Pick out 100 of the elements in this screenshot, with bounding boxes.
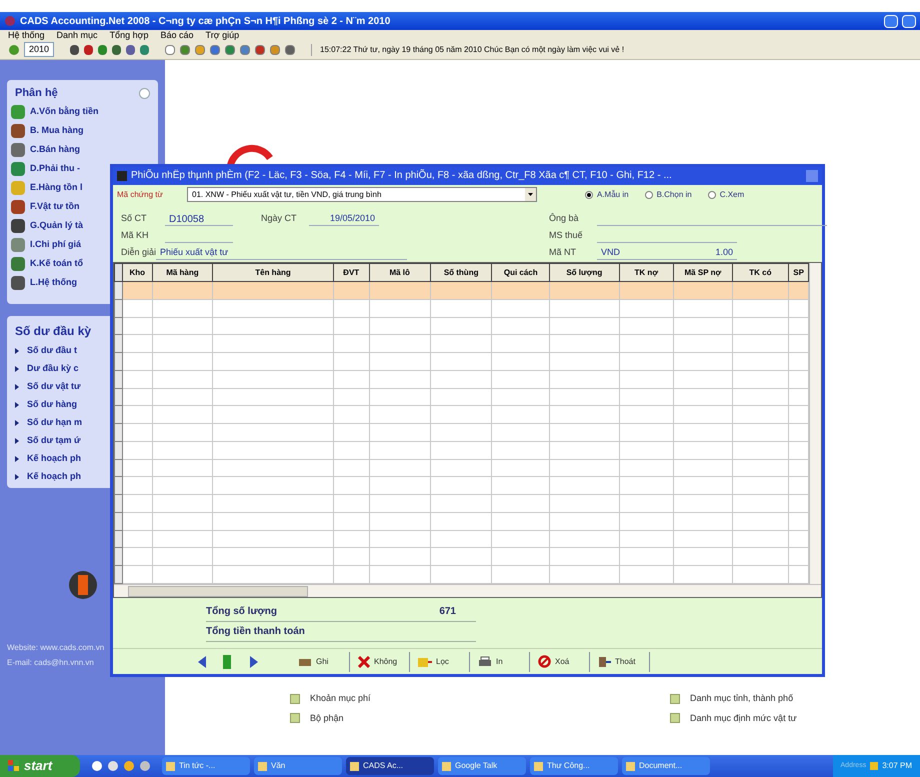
catalog-link[interactable]: Danh mục định mức vật tư — [690, 712, 797, 725]
module-link[interactable]: F.Vật tư tồn — [30, 200, 80, 214]
text-field[interactable]: VND — [597, 246, 637, 260]
radio-button[interactable] — [644, 190, 653, 199]
field-label: MS thuế — [549, 229, 584, 242]
taskbar-button[interactable]: CADS Ac... — [346, 757, 434, 775]
column-header[interactable]: TK nợ — [619, 264, 674, 282]
menu-item[interactable]: Trợ giúp — [206, 30, 240, 40]
balance-link[interactable]: Số dư hạn m — [27, 416, 82, 430]
menu-item[interactable]: Báo cáo — [160, 30, 194, 40]
module-link[interactable]: K.Kế toán tổ — [30, 256, 83, 270]
balance-link[interactable]: Số dư tạm ứ — [27, 434, 81, 448]
balance-link[interactable]: Dư đầu kỳ c — [27, 362, 79, 376]
module-link[interactable]: B. Mua hàng — [30, 124, 84, 138]
column-header[interactable]: Mã hàng — [152, 264, 213, 282]
bullet-icon — [15, 474, 19, 480]
balance-link[interactable]: Số dư đầu t — [27, 344, 78, 358]
column-header[interactable]: Mã SP nợ — [674, 264, 732, 282]
module-link[interactable]: A.Vốn bằng tiền — [30, 104, 98, 118]
clock: 3:07 PM — [882, 760, 912, 772]
balance-link[interactable]: Số dư hàng — [27, 398, 78, 412]
taskbar-button[interactable]: Tin tức -... — [162, 757, 250, 775]
action-button[interactable]: Không — [354, 652, 410, 672]
column-header[interactable]: Kho — [122, 264, 152, 282]
column-header[interactable]: SP — [788, 264, 809, 282]
restore-button[interactable] — [902, 14, 916, 28]
panel-title: Số dư đầu kỳ — [14, 323, 92, 340]
radio-label: A.Mẫu in — [597, 188, 629, 201]
bullet-icon — [15, 348, 19, 354]
bullet-icon — [15, 420, 19, 426]
field-label: Ngày CT — [261, 212, 298, 226]
balance-link[interactable]: Kế hoạch ph — [27, 452, 82, 466]
year-field[interactable]: 2010 — [24, 42, 54, 58]
dialog-title: PhiÕu nhËp thµnh phÈm (F2 - Läc, F3 - Söa, F4 - Míi, F7 - In phiÕu, F8 - xãa dßng, Ctr_F8 Xãa c¶ CT, F10 - Ghi, F12 - ... — [131, 168, 673, 184]
collapse-icon — [139, 88, 150, 98]
contact-text: Website: www.cads.com.vn — [7, 642, 106, 654]
balance-link[interactable]: Số dư vật tư — [27, 380, 81, 394]
bullet-icon — [15, 438, 19, 444]
field-label: Ông bà — [549, 212, 580, 226]
voucher-number-field[interactable]: D10058 — [165, 212, 233, 226]
column-header[interactable]: TK có — [732, 264, 789, 282]
field-label: Mã chứng từ — [117, 188, 164, 201]
module-link[interactable]: E.Hàng tồn l — [30, 180, 82, 194]
module-icon — [11, 104, 25, 118]
minimize-button[interactable] — [884, 14, 898, 28]
module-link[interactable]: L.Hệ thống — [30, 276, 77, 290]
module-link[interactable]: C.Bán hàng — [30, 142, 80, 156]
tray-icon[interactable] — [870, 762, 878, 770]
action-button[interactable]: In — [474, 652, 530, 672]
module-icon — [11, 180, 25, 194]
module-icon — [11, 238, 25, 252]
catalog-link[interactable]: Bộ phận — [310, 712, 344, 725]
column-header[interactable]: Số thùng — [430, 264, 492, 282]
vertical-scrollbar[interactable] — [809, 263, 821, 584]
globe-icon — [8, 44, 20, 56]
form-icon — [117, 170, 127, 181]
menu-item[interactable]: Tổng hợp — [110, 30, 148, 40]
taskbar-button[interactable]: Google Talk — [438, 757, 526, 775]
date-field[interactable]: 19/05/2010 — [309, 212, 379, 226]
column-header[interactable]: ĐVT — [333, 264, 370, 282]
column-header[interactable]: Tên hàng — [212, 264, 334, 282]
horizontal-scrollbar[interactable] — [114, 584, 821, 598]
printer-icon — [478, 656, 492, 668]
action-button[interactable]: Lọc — [414, 652, 470, 672]
list-bullet-icon — [670, 694, 680, 704]
column-header[interactable]: Qui cách — [492, 264, 550, 282]
menu-item[interactable]: Danh mục — [56, 30, 98, 40]
table-row[interactable] — [114, 282, 809, 300]
menu-item[interactable]: Hệ thống — [8, 30, 45, 40]
module-link[interactable]: D.Phải thu - — [30, 162, 80, 176]
action-button[interactable]: Ghi — [294, 652, 350, 672]
catalog-link[interactable]: Khoản mục phí — [310, 692, 371, 706]
door-icon — [68, 568, 98, 602]
module-icon — [11, 142, 25, 156]
radio-button[interactable] — [708, 190, 716, 199]
taskbar-button[interactable]: Document... — [622, 757, 710, 775]
taskbar-button[interactable]: Thư Công... — [530, 757, 618, 775]
windows-logo-icon — [8, 760, 20, 772]
total-label: Tổng số lượng — [206, 604, 278, 620]
x-icon — [358, 656, 370, 668]
column-header[interactable]: Số lượng — [550, 264, 620, 282]
module-icon — [11, 276, 25, 290]
module-link[interactable]: I.Chi phí giá — [30, 238, 81, 252]
module-icon — [11, 162, 25, 176]
voucher-dropdown[interactable]: 01. XNW - Phiếu xuất vật tư, tiền VND, giá trung bình — [187, 187, 537, 202]
exchange-rate-field[interactable]: 1.00 — [637, 246, 737, 260]
radio-label: B.Chọn in — [656, 188, 692, 201]
taskbar-button[interactable]: Văn — [254, 757, 342, 775]
text-field[interactable]: Phiếu xuất vật tư — [156, 246, 407, 260]
catalog-link[interactable]: Danh mục tỉnh, thành phố — [690, 692, 794, 706]
column-header[interactable]: Mã lô — [369, 264, 430, 282]
action-button[interactable]: Xoá — [534, 652, 590, 672]
close-button[interactable] — [806, 170, 818, 182]
radio-button[interactable] — [585, 190, 593, 199]
app-icon — [4, 15, 16, 27]
module-link[interactable]: G.Quản lý tà — [30, 218, 84, 232]
action-button[interactable]: Thoát — [594, 652, 650, 672]
bullet-icon — [15, 384, 19, 390]
balance-link[interactable]: Kế hoạch ph — [27, 470, 82, 484]
start-button[interactable]: start — [0, 755, 80, 777]
